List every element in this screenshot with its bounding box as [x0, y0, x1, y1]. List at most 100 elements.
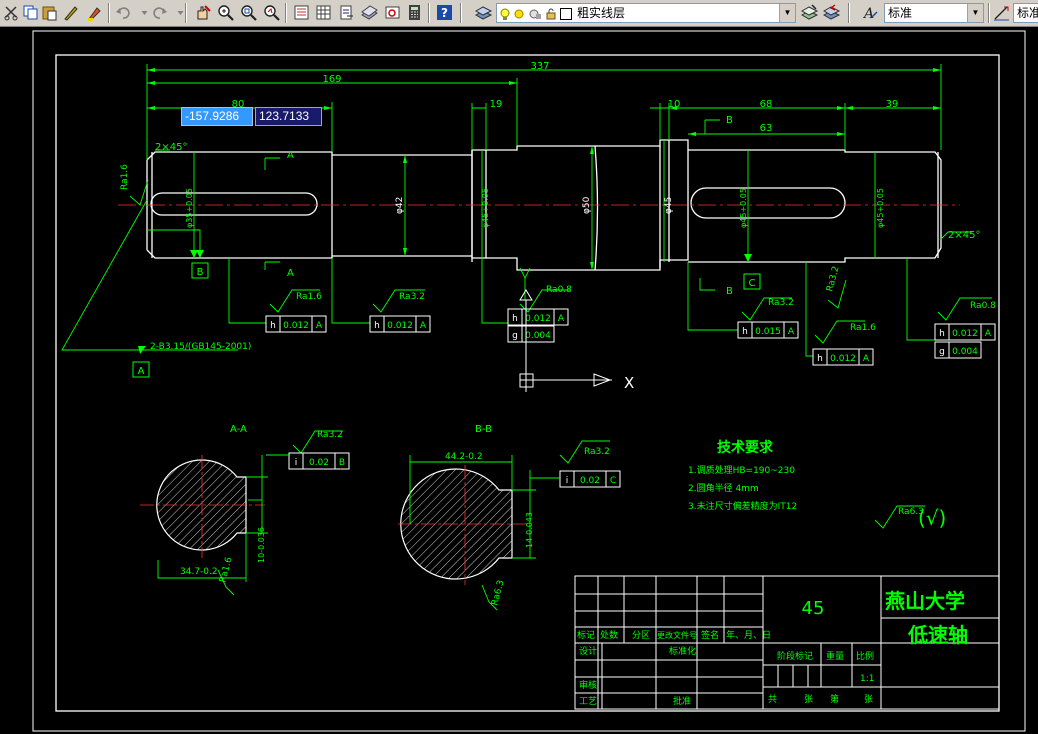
svg-text:Ra3.2: Ra3.2 [768, 298, 794, 308]
design-center-icon[interactable] [314, 3, 333, 22]
chevron-down-icon[interactable]: ▼ [967, 4, 983, 22]
redo-dropdown-icon[interactable] [171, 3, 184, 22]
zoom-previous-icon[interactable] [262, 3, 281, 22]
svg-text:签名: 签名 [701, 629, 719, 641]
svg-text:Ra1.6: Ra1.6 [850, 323, 876, 333]
svg-text:1:1: 1:1 [860, 674, 874, 684]
text-style-dropdown[interactable]: 标准 ▼ [884, 3, 984, 23]
general-roughness-bracket: (√) [918, 506, 946, 530]
tolerance-text: 0.012 [830, 354, 856, 364]
tolerance-text: A [316, 321, 323, 331]
svg-text:分区: 分区 [632, 630, 650, 641]
help-icon[interactable]: ? [435, 3, 454, 22]
drawing-canvas[interactable]: 337 169 80 19 10 68 39 63 2×45° 2×45° 2-… [0, 27, 1038, 734]
dimension-style-icon[interactable] [992, 3, 1011, 22]
cad-toolbar: ? 粗实线层 ▼ A 标准 ▼ 标准 [0, 0, 1038, 27]
svg-text:337: 337 [530, 61, 549, 72]
brush-icon[interactable] [85, 3, 104, 22]
redo-icon[interactable] [150, 3, 169, 22]
svg-text:审核: 审核 [579, 679, 597, 691]
svg-text:批准: 批准 [673, 695, 691, 707]
svg-text:B: B [197, 267, 204, 278]
svg-text:Ra0.8: Ra0.8 [546, 285, 572, 295]
tech-req-title: 技术要求 [717, 439, 774, 456]
tolerance-text: B [339, 458, 345, 468]
text-style-icon[interactable]: A [860, 3, 879, 22]
svg-text:44.2-0.2: 44.2-0.2 [445, 452, 483, 462]
undo-dropdown-icon[interactable] [135, 3, 148, 22]
tolerance-text: A [788, 327, 795, 337]
drawing-frame [55, 54, 1000, 712]
sheet-set-icon[interactable] [360, 3, 379, 22]
chevron-down-icon[interactable]: ▼ [779, 4, 795, 22]
svg-text:Ra3.2: Ra3.2 [317, 430, 343, 440]
calculator-icon[interactable] [405, 3, 424, 22]
svg-text:Ra0.8: Ra0.8 [970, 301, 996, 311]
svg-text:标准化: 标准化 [669, 645, 696, 657]
zoom-window-icon[interactable] [239, 3, 258, 22]
pan-icon[interactable] [193, 3, 212, 22]
datum-letters: B C A [138, 267, 756, 377]
match-properties-icon[interactable] [62, 3, 81, 22]
tech-req-item: 2.圆角半径 4mm [688, 482, 759, 494]
dynamic-input-y[interactable]: 123.7133 [255, 107, 322, 126]
svg-text:Ra1.6: Ra1.6 [218, 556, 234, 584]
tolerance-frames: h 0.012 Ah 0.012 Ah 0.012 Ag 0.004 h 0.015 Ah 0.012… [265, 308, 996, 488]
svg-text:?: ? [441, 6, 448, 20]
lock-icon[interactable] [545, 7, 557, 20]
zoom-realtime-icon[interactable] [216, 3, 235, 22]
svg-text:B-B: B-B [475, 424, 492, 435]
svg-text:设计: 设计 [579, 645, 597, 657]
properties-icon[interactable] [292, 3, 311, 22]
dynamic-input-x[interactable]: -157.9286 [181, 107, 253, 126]
svg-text:A: A [287, 268, 294, 279]
svg-text:Ra1.6: Ra1.6 [296, 292, 322, 302]
tolerance-text: h [270, 321, 276, 331]
tolerance-text: h [512, 314, 518, 324]
dimension-style-dropdown[interactable]: 标准 [1013, 3, 1038, 23]
svg-text:φ50: φ50 [582, 196, 592, 214]
svg-text:A: A [287, 150, 294, 161]
layer-manager-icon[interactable] [474, 3, 493, 22]
roughness-labels: Ra1.6 Ra1.6 Ra3.2 Ra0.8 Ra3.2 Ra1.6 Ra0.… [120, 164, 996, 607]
viewport-freeze-icon[interactable] [528, 7, 542, 19]
svg-text:Ra3.2: Ra3.2 [399, 292, 425, 302]
make-layer-current-icon[interactable] [800, 3, 819, 22]
tolerance-text: 0.012 [283, 321, 309, 331]
tolerance-text: A [420, 321, 427, 331]
svg-text:阶段标记: 阶段标记 [777, 650, 813, 662]
layer-color-swatch [560, 8, 572, 20]
svg-text:张: 张 [864, 694, 873, 705]
svg-text:φ45+0.05: φ45+0.05 [876, 188, 885, 228]
svg-text:2×45°: 2×45° [948, 230, 980, 241]
svg-text:A: A [862, 6, 874, 22]
markup-icon[interactable] [383, 3, 402, 22]
tolerance-text: h [374, 321, 380, 331]
svg-text:共: 共 [768, 694, 777, 705]
dimension-style-value: 标准 [1017, 6, 1038, 20]
tolerance-text: 0.012 [952, 329, 978, 339]
svg-text:68: 68 [760, 99, 773, 110]
tool-palettes-icon[interactable] [337, 3, 356, 22]
svg-text:63: 63 [760, 123, 773, 134]
light-bulb-icon[interactable] [500, 7, 510, 20]
text-style-value: 标准 [888, 6, 913, 20]
svg-text:B: B [726, 286, 733, 297]
svg-text:169: 169 [322, 74, 341, 85]
paste-icon[interactable] [40, 3, 59, 22]
layer-dropdown[interactable]: 粗实线层 ▼ [496, 3, 796, 23]
cut-icon[interactable] [2, 3, 21, 22]
svg-text:年、月、日: 年、月、日 [726, 629, 771, 641]
svg-text:工艺: 工艺 [579, 696, 597, 707]
svg-text:2×45°: 2×45° [155, 142, 187, 153]
layer-previous-icon[interactable] [822, 3, 841, 22]
svg-text:Ra1.6: Ra1.6 [120, 164, 130, 190]
freeze-sun-icon[interactable] [513, 7, 525, 19]
svg-text:重量: 重量 [826, 650, 844, 662]
undo-icon[interactable] [114, 3, 133, 22]
tolerance-text: 0.02 [580, 476, 600, 486]
tolerance-text: A [985, 329, 992, 339]
svg-text:A: A [138, 366, 145, 377]
copy-icon[interactable] [21, 3, 40, 22]
svg-text:Ra3.2: Ra3.2 [825, 265, 841, 293]
